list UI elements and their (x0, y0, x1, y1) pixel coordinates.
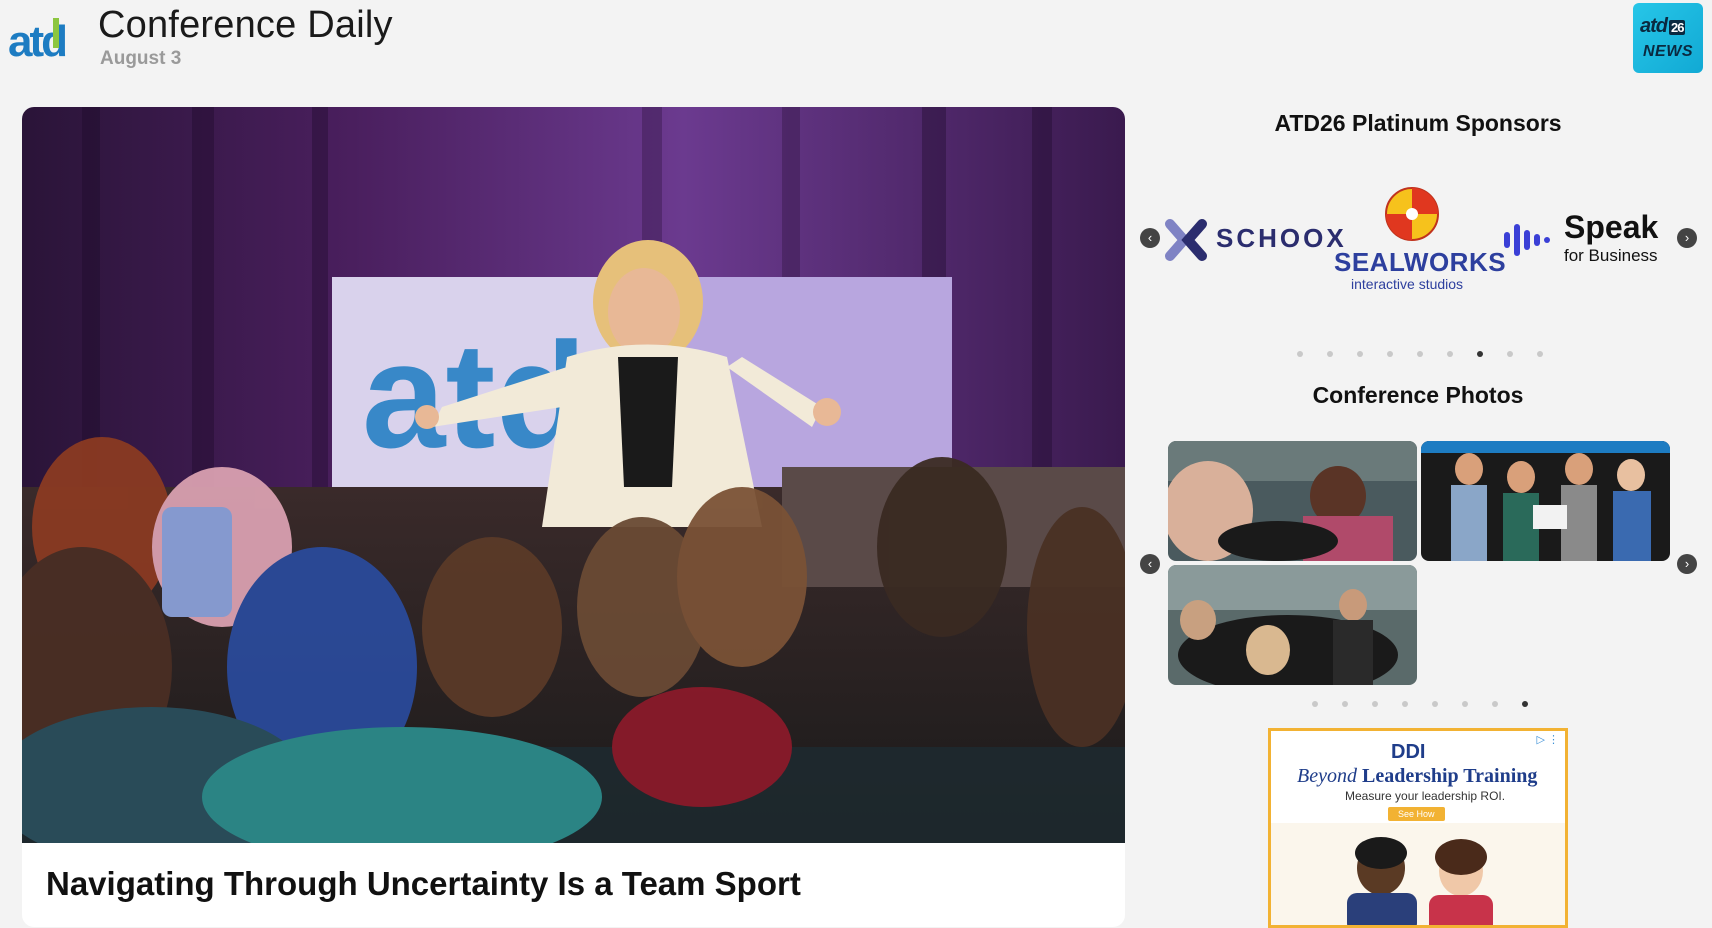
photo-dot-4[interactable] (1402, 701, 1408, 707)
sponsor-schoox-name[interactable]: SCHOOX (1216, 223, 1347, 254)
sponsor-sealworks-logo[interactable] (1384, 186, 1440, 247)
photo-image (1168, 441, 1417, 561)
sponsor-dot-1[interactable] (1297, 351, 1303, 357)
sponsors-prev-arrow[interactable]: ‹ (1140, 228, 1160, 248)
badge-org: atd (1640, 15, 1668, 37)
article-title[interactable]: Navigating Through Uncertainty Is a Team… (46, 865, 801, 903)
photo-image (1421, 441, 1670, 561)
chevron-right-icon: › (1684, 556, 1690, 571)
sponsor-dot-2[interactable] (1327, 351, 1333, 357)
atd-logo[interactable]: atd (8, 14, 82, 66)
atd26-news-badge[interactable]: atd 26 NEWS (1633, 3, 1703, 73)
photo-dot-7[interactable] (1492, 701, 1498, 707)
sponsor-schoox-logo[interactable] (1164, 218, 1208, 267)
ad-brand-logo: DDI (1391, 741, 1426, 763)
ad-image (1271, 823, 1565, 925)
beach-ball-icon (1385, 187, 1439, 241)
sponsor-speak-tagline: for Business (1564, 246, 1658, 265)
photo-dot-5[interactable] (1432, 701, 1438, 707)
issue-date: August 3 (100, 48, 182, 69)
hero-image[interactable]: atd (22, 107, 1125, 867)
sponsor-dot-3[interactable] (1357, 351, 1363, 357)
featured-article-card[interactable]: atd Navigating Through Uncertainty Is a … (22, 107, 1125, 927)
badge-year: 26 (1669, 20, 1686, 35)
sponsor-dot-4[interactable] (1387, 351, 1393, 357)
photo-dot-8[interactable] (1522, 701, 1528, 707)
conference-photo-1[interactable] (1168, 441, 1417, 561)
photo-image (1168, 565, 1417, 685)
sponsor-dot-7[interactable] (1477, 351, 1483, 357)
conference-photo-2[interactable] (1421, 441, 1670, 561)
sponsors-pagination[interactable] (1297, 351, 1543, 357)
photos-title: Conference Photos (1312, 382, 1524, 408)
photo-dot-3[interactable] (1372, 701, 1378, 707)
sponsor-dot-6[interactable] (1447, 351, 1453, 357)
ad-headline-rest: Leadership Training (1356, 765, 1538, 787)
hero-photo: atd (22, 107, 1125, 867)
sponsor-sealworks-tagline: interactive studios (1351, 276, 1464, 292)
ad-subline: Measure your leadership ROI. (1345, 789, 1506, 803)
sponsor-dot-5[interactable] (1417, 351, 1423, 357)
chevron-left-icon: ‹ (1147, 230, 1153, 245)
photo-dot-1[interactable] (1312, 701, 1318, 707)
ad-headline: Beyond Leadership Training (1297, 765, 1537, 788)
schoox-x-icon (1165, 219, 1207, 261)
sponsor-dot-9[interactable] (1537, 351, 1543, 357)
sponsors-title: ATD26 Platinum Sponsors (1274, 110, 1562, 136)
speak-soundwave-icon (1504, 224, 1550, 256)
sponsor-sealworks-name[interactable]: SEALWORKS (1334, 247, 1506, 278)
sponsor-dot-8[interactable] (1507, 351, 1513, 357)
chevron-right-icon: › (1684, 230, 1690, 245)
page-title: Conference Daily (98, 4, 393, 46)
ddi-advertisement[interactable]: ▷ ⋮ DDI Beyond Leadership Training Measu… (1268, 728, 1568, 928)
conference-photo-3[interactable] (1168, 565, 1417, 685)
adchoices-icon[interactable]: ▷ ⋮ (1536, 733, 1559, 746)
photos-prev-arrow[interactable]: ‹ (1140, 554, 1160, 574)
photos-next-arrow[interactable]: › (1677, 554, 1697, 574)
photos-pagination[interactable] (1312, 701, 1528, 707)
ad-headline-italic: Beyond (1297, 765, 1357, 787)
photo-dot-2[interactable] (1342, 701, 1348, 707)
ad-see-how-button[interactable]: See How (1388, 807, 1445, 821)
sponsor-speak-name[interactable]: Speak (1564, 209, 1658, 246)
sponsors-next-arrow[interactable]: › (1677, 228, 1697, 248)
photo-dot-6[interactable] (1462, 701, 1468, 707)
sponsor-speak-logo[interactable] (1502, 220, 1558, 265)
chevron-left-icon: ‹ (1147, 556, 1153, 571)
badge-news: NEWS (1643, 43, 1693, 60)
